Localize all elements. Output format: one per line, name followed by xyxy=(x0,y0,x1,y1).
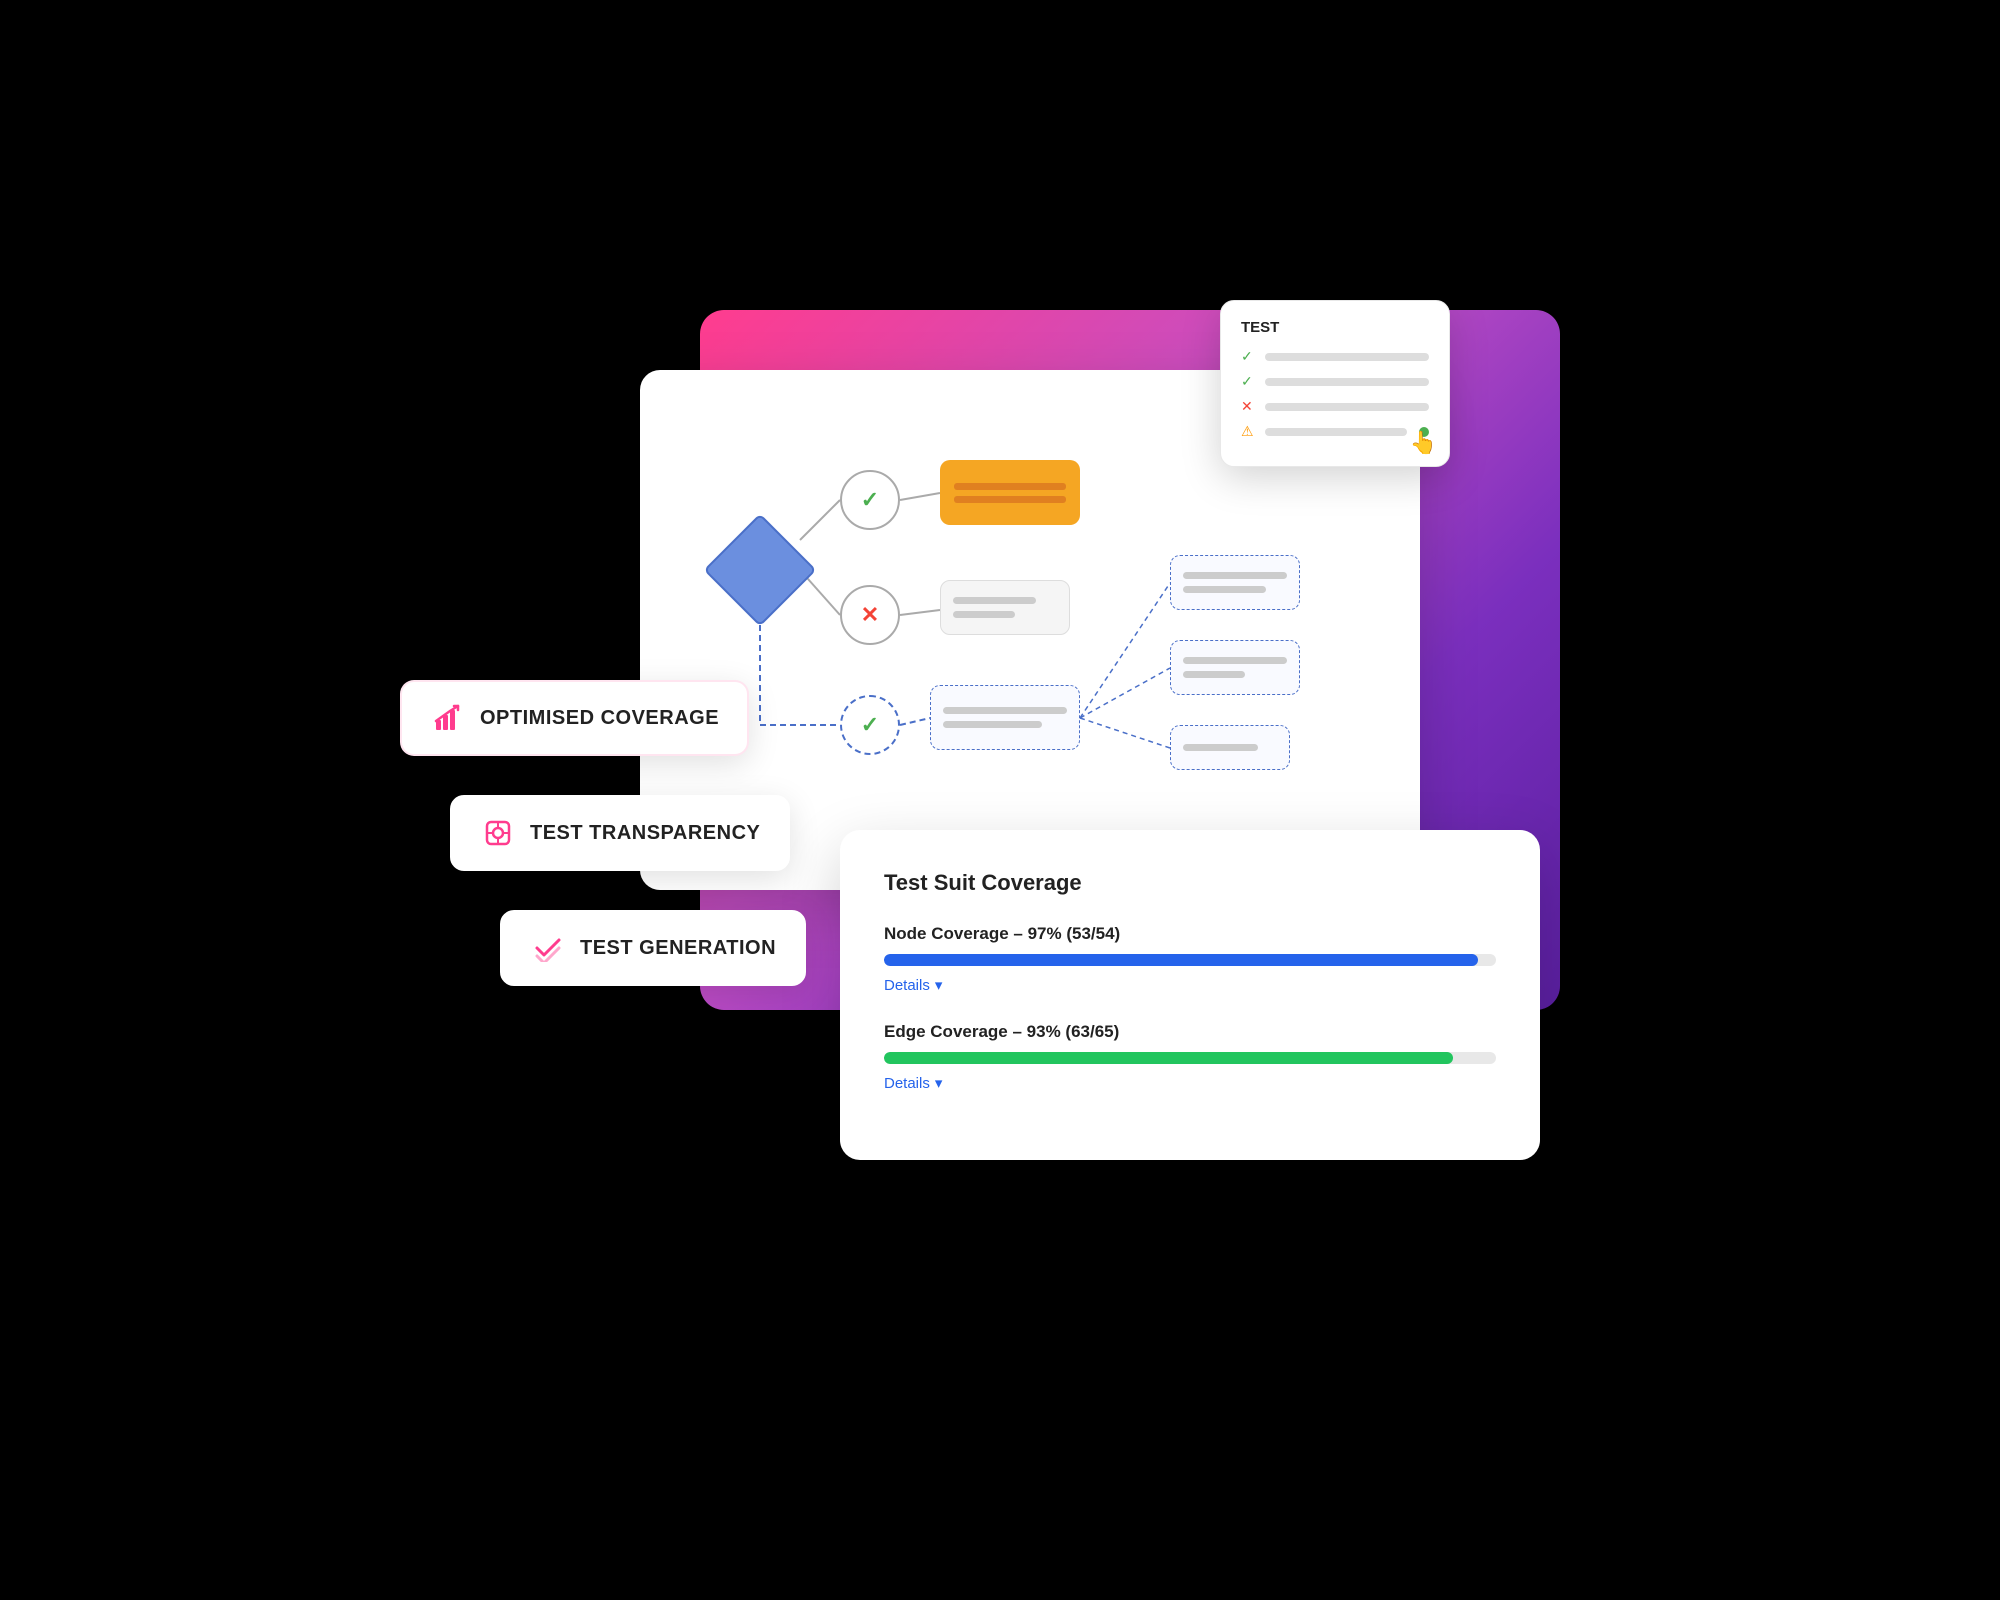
node-coverage-bar-fill xyxy=(884,954,1478,966)
optimised-coverage-badge[interactable]: OPTIMISED COVERAGE xyxy=(400,680,749,756)
edge-coverage-bar-fill xyxy=(884,1052,1453,1064)
node-coverage-label: Node Coverage – 97% (53/54) xyxy=(884,924,1496,944)
edge-coverage-bar-bg xyxy=(884,1052,1496,1064)
circle-check-top: ✓ xyxy=(840,470,900,530)
test-row-2: ✓ xyxy=(1241,373,1429,390)
test-row-1: ✓ xyxy=(1241,348,1429,365)
transparency-icon xyxy=(480,815,516,851)
dashed-node-bottom xyxy=(930,685,1080,750)
cursor-icon: 👆 xyxy=(1410,430,1437,456)
check-icon-2: ✓ xyxy=(1241,373,1257,390)
optimised-icon xyxy=(430,700,466,736)
coverage-title: Test Suit Coverage xyxy=(884,870,1496,896)
coverage-card: Test Suit Coverage Node Coverage – 97% (… xyxy=(840,830,1540,1160)
test-bar-4 xyxy=(1265,428,1407,436)
check-icon-1: ✓ xyxy=(1241,348,1257,365)
node-coverage-details[interactable]: Details ▾ xyxy=(884,976,1496,994)
node-coverage-section: Node Coverage – 97% (53/54) Details ▾ xyxy=(884,924,1496,994)
test-row-3: ✕ xyxy=(1241,398,1429,415)
test-bar-1 xyxy=(1265,353,1429,361)
chevron-down-icon: ▾ xyxy=(935,976,943,994)
test-transparency-badge[interactable]: TEST TRANSPARENCY xyxy=(450,795,790,871)
test-generation-badge[interactable]: TEST GENERATION xyxy=(500,910,806,986)
yellow-node xyxy=(940,460,1080,525)
test-transparency-label: TEST TRANSPARENCY xyxy=(530,822,760,845)
right-node-3 xyxy=(1170,725,1290,770)
test-generation-label: TEST GENERATION xyxy=(580,937,776,960)
edge-coverage-label: Edge Coverage – 93% (63/65) xyxy=(884,1022,1496,1042)
gray-node-1 xyxy=(940,580,1070,635)
test-card-title: TEST xyxy=(1241,319,1429,336)
warning-icon-1: ⚠ xyxy=(1241,423,1257,440)
generation-icon xyxy=(530,930,566,966)
circle-cross-middle: ✕ xyxy=(840,585,900,645)
edge-coverage-section: Edge Coverage – 93% (63/65) Details ▾ xyxy=(884,1022,1496,1092)
optimised-coverage-label: OPTIMISED COVERAGE xyxy=(480,707,719,730)
right-node-1 xyxy=(1170,555,1300,610)
circle-check-bottom: ✓ xyxy=(840,695,900,755)
cross-icon-1: ✕ xyxy=(1241,398,1257,415)
right-node-2 xyxy=(1170,640,1300,695)
test-bar-3 xyxy=(1265,403,1429,411)
node-coverage-bar-bg xyxy=(884,954,1496,966)
chevron-down-icon-2: ▾ xyxy=(935,1074,943,1092)
edge-coverage-details[interactable]: Details ▾ xyxy=(884,1074,1496,1092)
diamond-node xyxy=(703,513,816,626)
test-bar-2 xyxy=(1265,378,1429,386)
test-row-4: ⚠ xyxy=(1241,423,1429,440)
test-result-card: TEST ✓ ✓ ✕ ⚠ 👆 xyxy=(1220,300,1450,467)
